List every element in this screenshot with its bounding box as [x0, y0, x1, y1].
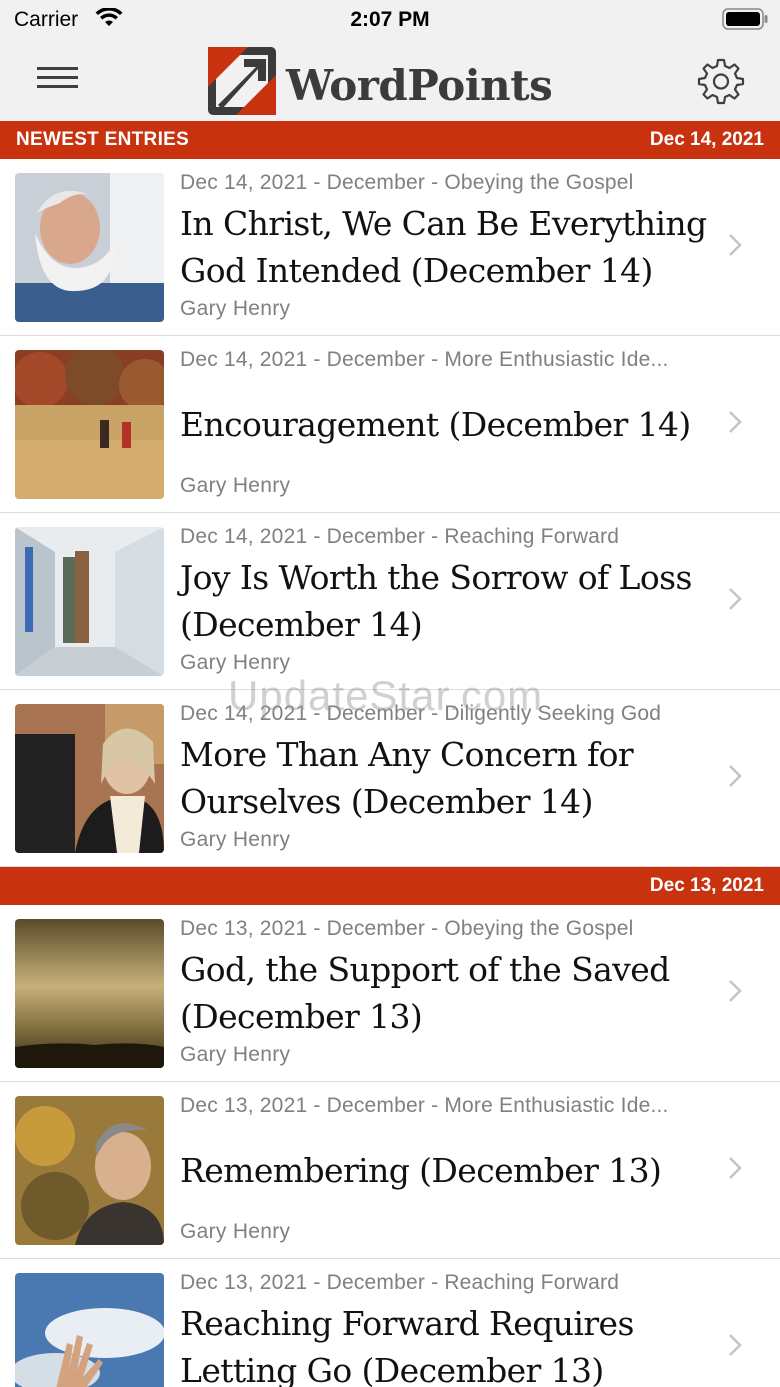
entry-meta: Dec 13, 2021 - December - Obeying the Go… — [180, 917, 634, 940]
chevron-right-icon — [729, 588, 742, 610]
menu-button[interactable] — [33, 62, 83, 98]
gear-icon — [697, 58, 745, 105]
entry-meta: Dec 14, 2021 - December - Obeying the Go… — [180, 171, 634, 194]
entry-thumbnail — [15, 704, 164, 853]
entry-title: More Than Any Concern for Ourselves (Dec… — [180, 735, 634, 821]
entry-meta: Dec 14, 2021 - December - More Enthusias… — [180, 348, 669, 371]
entry-author: Gary Henry — [180, 297, 291, 320]
logo-arrow-icon — [208, 47, 276, 115]
entry-author: Gary Henry — [180, 474, 291, 497]
entry-row[interactable]: Dec 14, 2021 - December - Diligently See… — [0, 690, 780, 867]
clock-label: 2:07 PM — [350, 8, 430, 31]
entry-thumbnail — [15, 173, 164, 322]
entry-thumbnail — [15, 350, 164, 499]
entry-title: Remembering (December 13) — [180, 1150, 662, 1190]
entry-title: Reaching Forward Requires Letting Go (De… — [180, 1304, 634, 1387]
section-header: NEWEST ENTRIES Dec 14, 2021 — [0, 121, 780, 159]
entry-meta: Dec 14, 2021 - December - Diligently See… — [180, 702, 662, 725]
hamburger-icon — [33, 67, 83, 88]
section-header: Dec 13, 2021 — [0, 867, 780, 905]
logo-text: WordPoints — [286, 61, 553, 110]
entry-author: Gary Henry — [180, 651, 291, 674]
entry-author: Gary Henry — [180, 828, 291, 851]
section-date: Dec 14, 2021 — [649, 129, 764, 150]
section-date: Dec 13, 2021 — [649, 875, 764, 896]
entry-author: Gary Henry — [180, 1220, 291, 1243]
entry-thumbnail — [15, 919, 164, 1068]
entry-row[interactable]: Dec 14, 2021 - December - Reaching Forwa… — [0, 513, 780, 690]
entry-meta: Dec 13, 2021 - December - More Enthusias… — [180, 1094, 669, 1117]
entry-title: Joy Is Worth the Sorrow of Loss (Decembe… — [180, 558, 692, 644]
chevron-right-icon — [729, 411, 742, 433]
section-title: NEWEST ENTRIES — [16, 129, 190, 150]
entry-meta: Dec 13, 2021 - December - Reaching Forwa… — [180, 1271, 620, 1294]
status-bar: Carrier 2:07 PM — [0, 0, 780, 40]
entry-title: God, the Support of the Saved (December … — [180, 950, 670, 1036]
entry-thumbnail — [15, 527, 164, 676]
app-logo: WordPoints — [204, 43, 584, 119]
entry-thumbnail — [15, 1273, 164, 1387]
chevron-right-icon — [729, 1157, 742, 1179]
entry-row[interactable]: Dec 14, 2021 - December - More Enthusias… — [0, 336, 780, 513]
entry-author: Gary Henry — [180, 1043, 291, 1066]
entry-row[interactable]: Dec 13, 2021 - December - Obeying the Go… — [0, 905, 780, 1082]
entry-meta: Dec 14, 2021 - December - Reaching Forwa… — [180, 525, 620, 548]
chevron-right-icon — [729, 980, 742, 1002]
entry-title: Encouragement (December 14) — [180, 404, 691, 444]
entry-row[interactable]: Dec 13, 2021 - December - More Enthusias… — [0, 1082, 780, 1259]
battery-icon — [722, 8, 768, 30]
chevron-right-icon — [729, 234, 742, 256]
settings-button[interactable] — [697, 57, 745, 105]
nav-bar: WordPoints — [0, 40, 780, 121]
chevron-right-icon — [729, 765, 742, 787]
entry-title: In Christ, We Can Be Everything God Inte… — [180, 204, 707, 290]
entry-thumbnail — [15, 1096, 164, 1245]
chevron-right-icon — [729, 1334, 742, 1356]
entry-row[interactable]: Dec 14, 2021 - December - Obeying the Go… — [0, 159, 780, 336]
entry-row[interactable]: Dec 13, 2021 - December - Reaching Forwa… — [0, 1259, 780, 1387]
